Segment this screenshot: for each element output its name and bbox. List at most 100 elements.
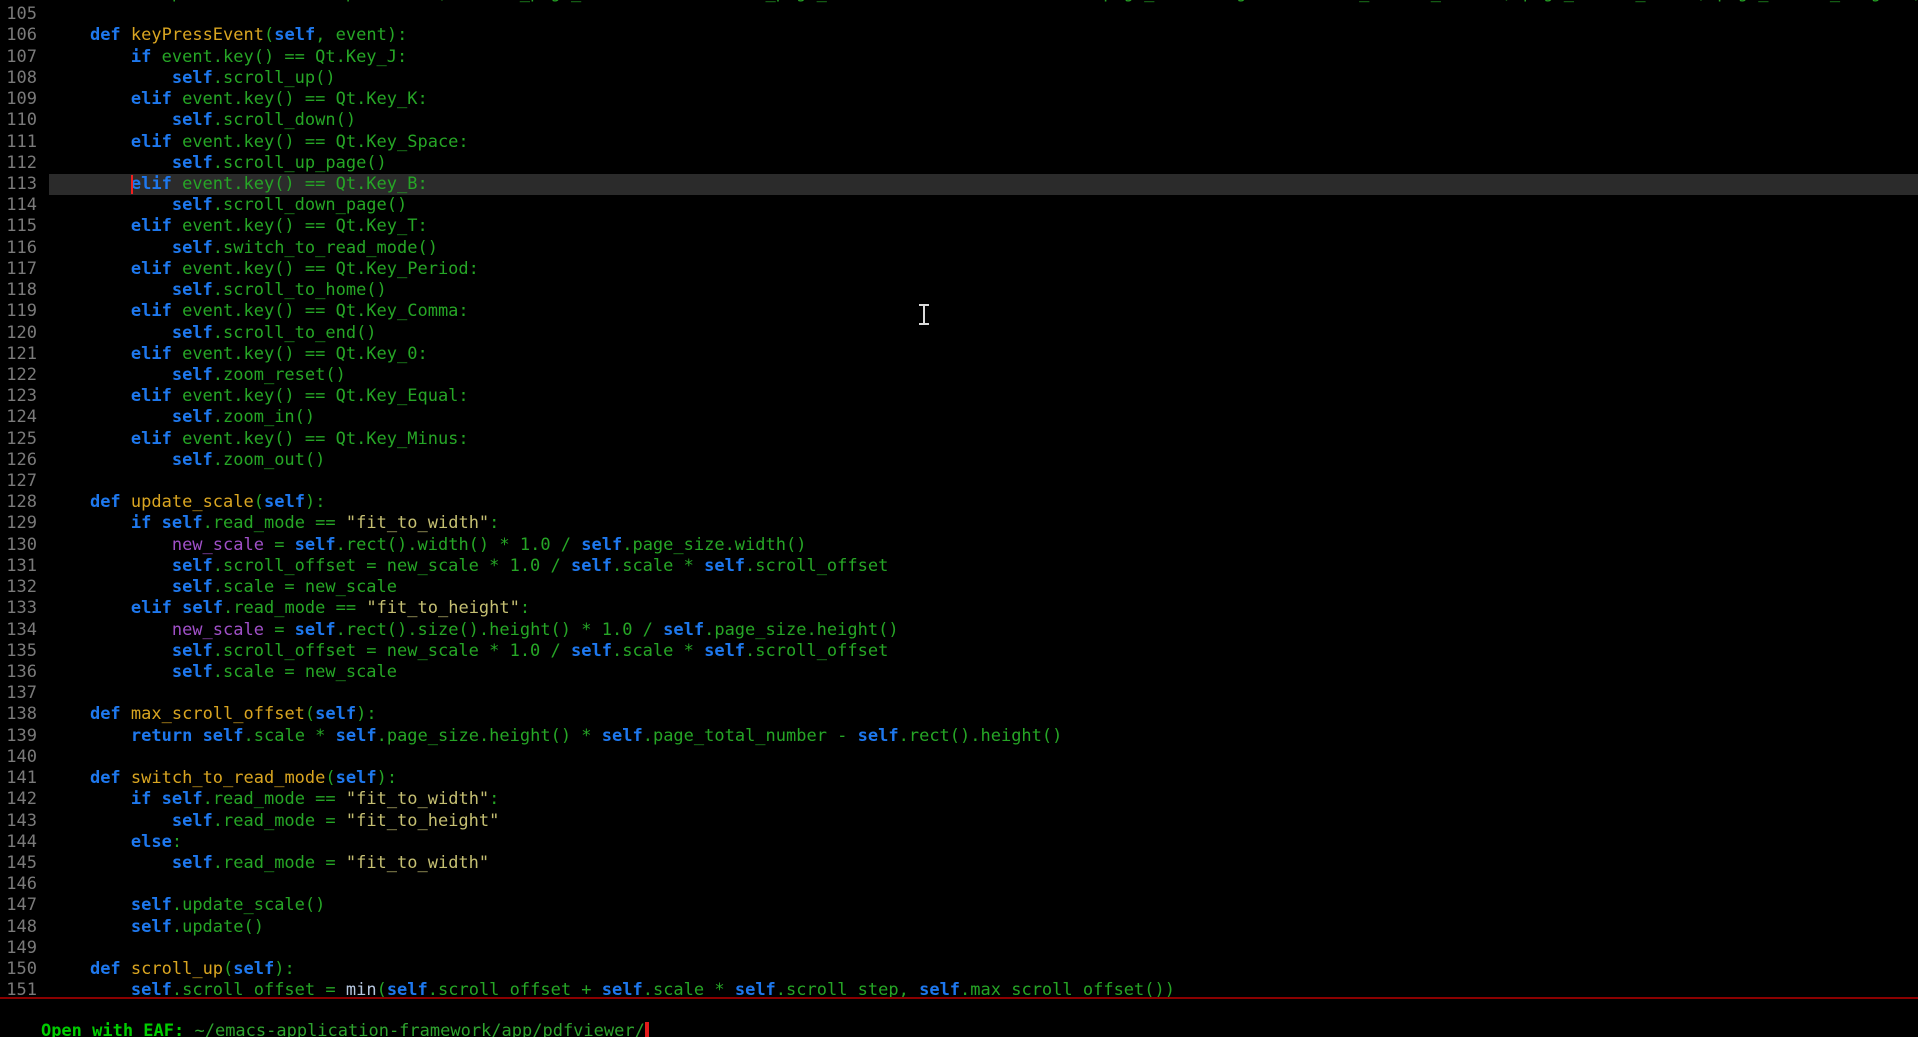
- code-line-text[interactable]: [49, 874, 1918, 895]
- code-line: 117 elif event.key() == Qt.Key_Period:: [0, 259, 1918, 280]
- code-line-text[interactable]: self.scroll_offset = new_scale * 1.0 / s…: [49, 556, 1918, 577]
- code-line-text[interactable]: def keyPressEvent(self, event):: [49, 25, 1918, 46]
- code-line: 106 def keyPressEvent(self, event):: [0, 25, 1918, 46]
- code-line: 111 elif event.key() == Qt.Key_Space:: [0, 132, 1918, 153]
- code-line: 116 self.switch_to_read_mode(): [0, 238, 1918, 259]
- line-number: 130: [0, 535, 37, 556]
- code-line-text[interactable]: self.scroll_to_end(): [49, 323, 1918, 344]
- code-line: 130 new_scale = self.rect().width() * 1.…: [0, 535, 1918, 556]
- code-line: 137: [0, 683, 1918, 704]
- code-line: 119 elif event.key() == Qt.Key_Comma:: [0, 301, 1918, 322]
- code-line-text[interactable]: return self.scale * self.page_size.heigh…: [49, 726, 1918, 747]
- code-line-text[interactable]: if event.key() == Qt.Key_J:: [49, 47, 1918, 68]
- code-line-text[interactable]: elif event.key() == Qt.Key_Period:: [49, 259, 1918, 280]
- code-line-text[interactable]: self.update(): [49, 917, 1918, 938]
- code-line: 142 if self.read_mode == "fit_to_width":: [0, 789, 1918, 810]
- code-line: 135 self.scroll_offset = new_scale * 1.0…: [0, 641, 1918, 662]
- code-line: 123 elif event.key() == Qt.Key_Equal:: [0, 386, 1918, 407]
- code-line: 120 self.scroll_to_end(): [0, 323, 1918, 344]
- code-line-text[interactable]: self.scale = new_scale: [49, 662, 1918, 683]
- line-number: 109: [0, 89, 37, 110]
- line-number: 143: [0, 811, 37, 832]
- code-line-current: 113 elif event.key() == Qt.Key_B:: [0, 174, 1918, 195]
- code-line-text[interactable]: def switch_to_read_mode(self):: [49, 768, 1918, 789]
- code-line-text[interactable]: self.read_mode = "fit_to_width": [49, 853, 1918, 874]
- code-line-text[interactable]: elif event.key() == Qt.Key_Space:: [49, 132, 1918, 153]
- code-line-text[interactable]: elif event.key() == Qt.Key_0:: [49, 344, 1918, 365]
- code-line-text[interactable]: elif event.key() == Qt.Key_Equal:: [49, 386, 1918, 407]
- code-line: 121 elif event.key() == Qt.Key_0:: [0, 344, 1918, 365]
- line-number: 127: [0, 471, 37, 492]
- line-number: 112: [0, 153, 37, 174]
- code-line-text[interactable]: new_scale = self.rect().width() * 1.0 / …: [49, 535, 1918, 556]
- line-number: 123: [0, 386, 37, 407]
- code-line-text[interactable]: elif event.key() == Qt.Key_B:: [49, 174, 1918, 195]
- code-line: 140: [0, 747, 1918, 768]
- code-line-text[interactable]: elif self.read_mode == "fit_to_height":: [49, 598, 1918, 619]
- line-number: 119: [0, 301, 37, 322]
- line-number: 132: [0, 577, 37, 598]
- code-line: 112 self.scroll_up_page(): [0, 153, 1918, 174]
- code-line-text[interactable]: elif event.key() == Qt.Key_Minus:: [49, 429, 1918, 450]
- code-line: 138 def max_scroll_offset(self):: [0, 704, 1918, 725]
- code-line-text[interactable]: elif event.key() == Qt.Key_Comma:: [49, 301, 1918, 322]
- line-number: 121: [0, 344, 37, 365]
- emacs-frame: 104 painter.drawPixmap(QRect(0, (start_p…: [0, 0, 1918, 1037]
- code-line-text[interactable]: [49, 747, 1918, 768]
- minibuffer-input[interactable]: ~/emacs-application-framework/app/pdfvie…: [194, 1021, 644, 1037]
- code-line-text[interactable]: self.scroll_offset = new_scale * 1.0 / s…: [49, 641, 1918, 662]
- code-line-text[interactable]: self.scroll_down(): [49, 110, 1918, 131]
- code-line-text[interactable]: self.scroll_down_page(): [49, 195, 1918, 216]
- line-number: 113: [0, 174, 37, 195]
- code-line: 118 self.scroll_to_home(): [0, 280, 1918, 301]
- line-number: 118: [0, 280, 37, 301]
- line-number: 141: [0, 768, 37, 789]
- code-line: 143 self.read_mode = "fit_to_height": [0, 811, 1918, 832]
- code-line-text[interactable]: [49, 683, 1918, 704]
- status-tray: ( 1, 59 ) Top [2018-06-28] 22:12 Thursda…: [1693, 1018, 1918, 1037]
- code-line-text[interactable]: self.zoom_in(): [49, 407, 1918, 428]
- code-line-text[interactable]: def update_scale(self):: [49, 492, 1918, 513]
- code-line: 128 def update_scale(self):: [0, 492, 1918, 513]
- code-line-text[interactable]: new_scale = self.rect().size().height() …: [49, 620, 1918, 641]
- code-line-text[interactable]: self.scroll_offset = min(self.scroll_off…: [49, 980, 1918, 997]
- code-line-text[interactable]: self.zoom_out(): [49, 450, 1918, 471]
- code-line-text[interactable]: else:: [49, 832, 1918, 853]
- line-number: 124: [0, 407, 37, 428]
- minibuffer-cursor: [645, 1022, 649, 1037]
- code-line-text[interactable]: def scroll_up(self):: [49, 959, 1918, 980]
- minibuffer[interactable]: Open with EAF: ~/emacs-application-frame…: [0, 1001, 1918, 1022]
- line-number: 138: [0, 704, 37, 725]
- line-number: 150: [0, 959, 37, 980]
- code-line: 148 self.update(): [0, 917, 1918, 938]
- code-line: 133 elif self.read_mode == "fit_to_heigh…: [0, 598, 1918, 619]
- line-number: 125: [0, 429, 37, 450]
- code-line-text[interactable]: self.read_mode = "fit_to_height": [49, 811, 1918, 832]
- line-number: 140: [0, 747, 37, 768]
- line-number: 115: [0, 216, 37, 237]
- code-line: 124 self.zoom_in(): [0, 407, 1918, 428]
- code-line-text[interactable]: if self.read_mode == "fit_to_width":: [49, 513, 1918, 534]
- code-line-text[interactable]: [49, 4, 1918, 25]
- code-line-text[interactable]: elif event.key() == Qt.Key_K:: [49, 89, 1918, 110]
- line-number: 146: [0, 874, 37, 895]
- code-line-text[interactable]: self.scale = new_scale: [49, 577, 1918, 598]
- line-number: 126: [0, 450, 37, 471]
- code-line-text[interactable]: self.scroll_to_home(): [49, 280, 1918, 301]
- code-line-text[interactable]: self.update_scale(): [49, 895, 1918, 916]
- line-number: 128: [0, 492, 37, 513]
- line-number: 145: [0, 853, 37, 874]
- line-number: 106: [0, 25, 37, 46]
- code-line-text[interactable]: [49, 471, 1918, 492]
- code-line: 131 self.scroll_offset = new_scale * 1.0…: [0, 556, 1918, 577]
- code-line-text[interactable]: self.switch_to_read_mode(): [49, 238, 1918, 259]
- code-line-text[interactable]: self.scroll_up(): [49, 68, 1918, 89]
- code-line-text[interactable]: self.scroll_up_page(): [49, 153, 1918, 174]
- code-line: 151 self.scroll_offset = min(self.scroll…: [0, 980, 1918, 997]
- code-line-text[interactable]: if self.read_mode == "fit_to_width":: [49, 789, 1918, 810]
- code-line-text[interactable]: [49, 938, 1918, 959]
- code-editor-buffer[interactable]: 104 painter.drawPixmap(QRect(0, (start_p…: [0, 0, 1918, 997]
- code-line-text[interactable]: def max_scroll_offset(self):: [49, 704, 1918, 725]
- code-line-text[interactable]: self.zoom_reset(): [49, 365, 1918, 386]
- code-line-text[interactable]: elif event.key() == Qt.Key_T:: [49, 216, 1918, 237]
